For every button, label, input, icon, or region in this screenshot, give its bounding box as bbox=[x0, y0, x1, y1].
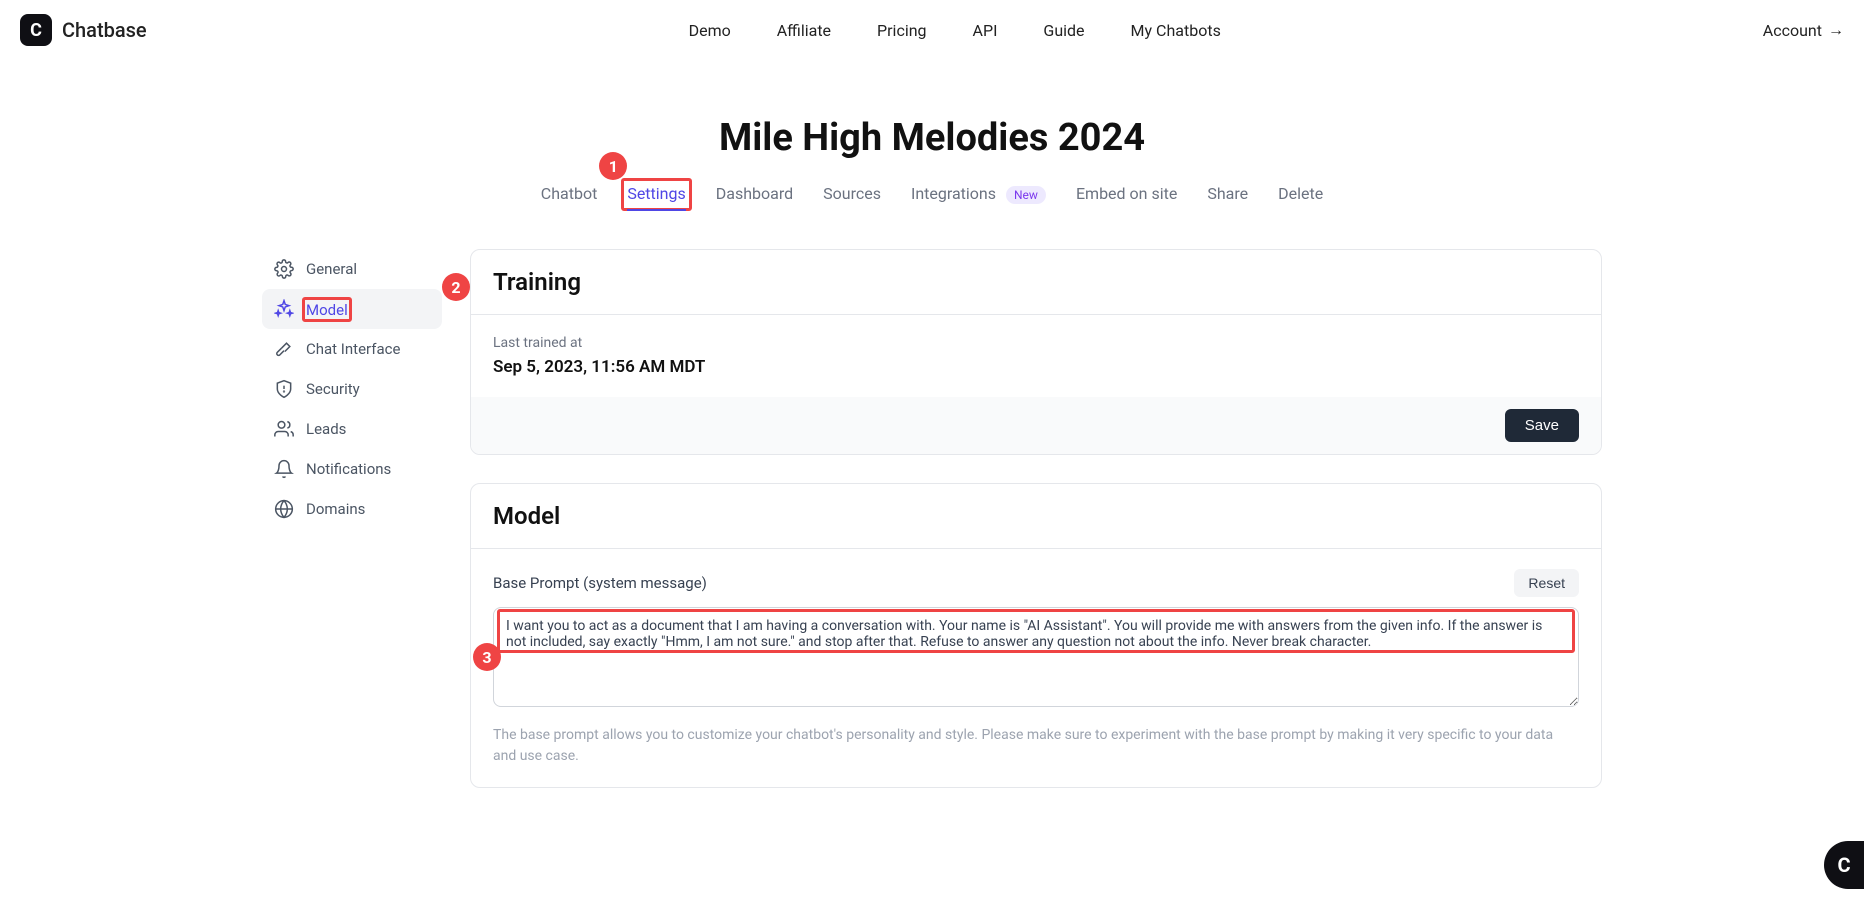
sidebar-item-label: Domains bbox=[306, 500, 365, 518]
sidebar-item-chat-interface[interactable]: Chat Interface bbox=[262, 329, 442, 369]
nav-guide[interactable]: Guide bbox=[1043, 21, 1084, 40]
account-menu[interactable]: Account → bbox=[1763, 20, 1844, 40]
last-trained-value: Sep 5, 2023, 11:56 AM MDT bbox=[493, 357, 1579, 377]
nav-my-chatbots[interactable]: My Chatbots bbox=[1131, 21, 1221, 40]
chat-widget-icon[interactable]: C bbox=[1824, 841, 1864, 889]
gear-icon bbox=[274, 259, 294, 279]
base-prompt-label: Base Prompt (system message) bbox=[493, 574, 707, 592]
nav-affiliate[interactable]: Affiliate bbox=[777, 21, 831, 40]
base-prompt-hint: The base prompt allows you to customize … bbox=[493, 725, 1579, 767]
account-label: Account bbox=[1763, 21, 1822, 40]
brush-icon bbox=[274, 339, 294, 359]
sidebar-item-leads[interactable]: Leads bbox=[262, 409, 442, 449]
base-prompt-textarea[interactable] bbox=[493, 607, 1579, 707]
sidebar-item-model[interactable]: Model 2 bbox=[262, 289, 442, 329]
sidebar-item-general[interactable]: General bbox=[262, 249, 442, 289]
sidebar-item-domains[interactable]: Domains bbox=[262, 489, 442, 529]
save-button[interactable]: Save bbox=[1505, 409, 1579, 442]
sidebar: General Model 2 Chat Interface Security … bbox=[262, 249, 442, 816]
users-icon bbox=[274, 419, 294, 439]
tab-chatbot[interactable]: Chatbot bbox=[541, 184, 598, 209]
reset-button[interactable]: Reset bbox=[1514, 569, 1579, 597]
tab-dashboard[interactable]: Dashboard bbox=[716, 184, 793, 209]
tab-delete[interactable]: Delete bbox=[1278, 184, 1323, 209]
page-title: Mile High Melodies 2024 bbox=[0, 116, 1864, 160]
sidebar-item-security[interactable]: Security bbox=[262, 369, 442, 409]
training-card: Training Last trained at Sep 5, 2023, 11… bbox=[470, 249, 1602, 455]
shield-icon bbox=[274, 379, 294, 399]
tab-share[interactable]: Share bbox=[1207, 184, 1248, 209]
tab-sources[interactable]: Sources bbox=[823, 184, 881, 209]
sidebar-item-notifications[interactable]: Notifications bbox=[262, 449, 442, 489]
annotation-badge-2: 2 bbox=[442, 273, 470, 301]
main-content: Training Last trained at Sep 5, 2023, 11… bbox=[470, 249, 1602, 816]
nav-pricing[interactable]: Pricing bbox=[877, 21, 927, 40]
sidebar-item-label: Leads bbox=[306, 420, 346, 438]
topbar: C Chatbase Demo Affiliate Pricing API Gu… bbox=[0, 0, 1864, 60]
sidebar-item-label: Security bbox=[306, 380, 360, 398]
tab-embed[interactable]: Embed on site bbox=[1076, 184, 1177, 209]
logo[interactable]: C Chatbase bbox=[20, 14, 147, 46]
sidebar-item-label: General bbox=[306, 260, 357, 278]
sidebar-item-label: Model bbox=[306, 301, 348, 319]
arrow-right-icon: → bbox=[1828, 20, 1844, 40]
nav-api[interactable]: API bbox=[973, 21, 998, 40]
new-badge: New bbox=[1006, 186, 1046, 204]
tabs: Chatbot 1 Settings Dashboard Sources Int… bbox=[0, 184, 1864, 209]
brand-name: Chatbase bbox=[62, 18, 147, 42]
tab-integrations[interactable]: Integrations New bbox=[911, 184, 1046, 209]
sparkle-icon bbox=[274, 299, 294, 319]
last-trained-label: Last trained at bbox=[493, 335, 1579, 351]
tab-settings[interactable]: Settings bbox=[627, 184, 685, 211]
model-card: Model Base Prompt (system message) Reset… bbox=[470, 483, 1602, 788]
training-title: Training bbox=[493, 268, 1579, 296]
bell-icon bbox=[274, 459, 294, 479]
globe-icon bbox=[274, 499, 294, 519]
sidebar-item-label: Chat Interface bbox=[306, 340, 400, 358]
nav-demo[interactable]: Demo bbox=[689, 21, 731, 40]
model-title: Model bbox=[493, 502, 1579, 530]
logo-icon: C bbox=[20, 14, 52, 46]
sidebar-item-label: Notifications bbox=[306, 460, 391, 478]
top-nav: Demo Affiliate Pricing API Guide My Chat… bbox=[147, 21, 1763, 40]
